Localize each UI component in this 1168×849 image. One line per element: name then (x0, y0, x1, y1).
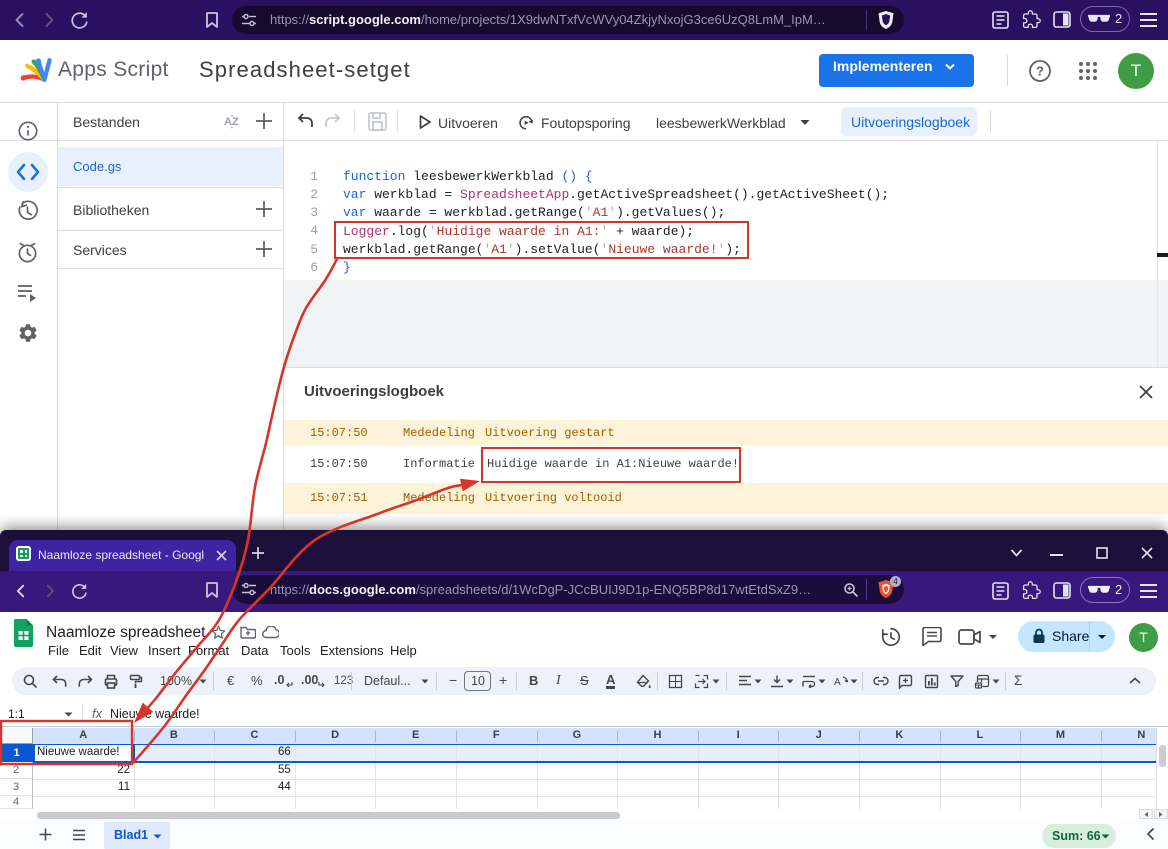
svg-text:?: ? (1036, 64, 1044, 79)
svg-text:A: A (834, 677, 841, 688)
svg-text:AZ: AZ (224, 116, 239, 128)
